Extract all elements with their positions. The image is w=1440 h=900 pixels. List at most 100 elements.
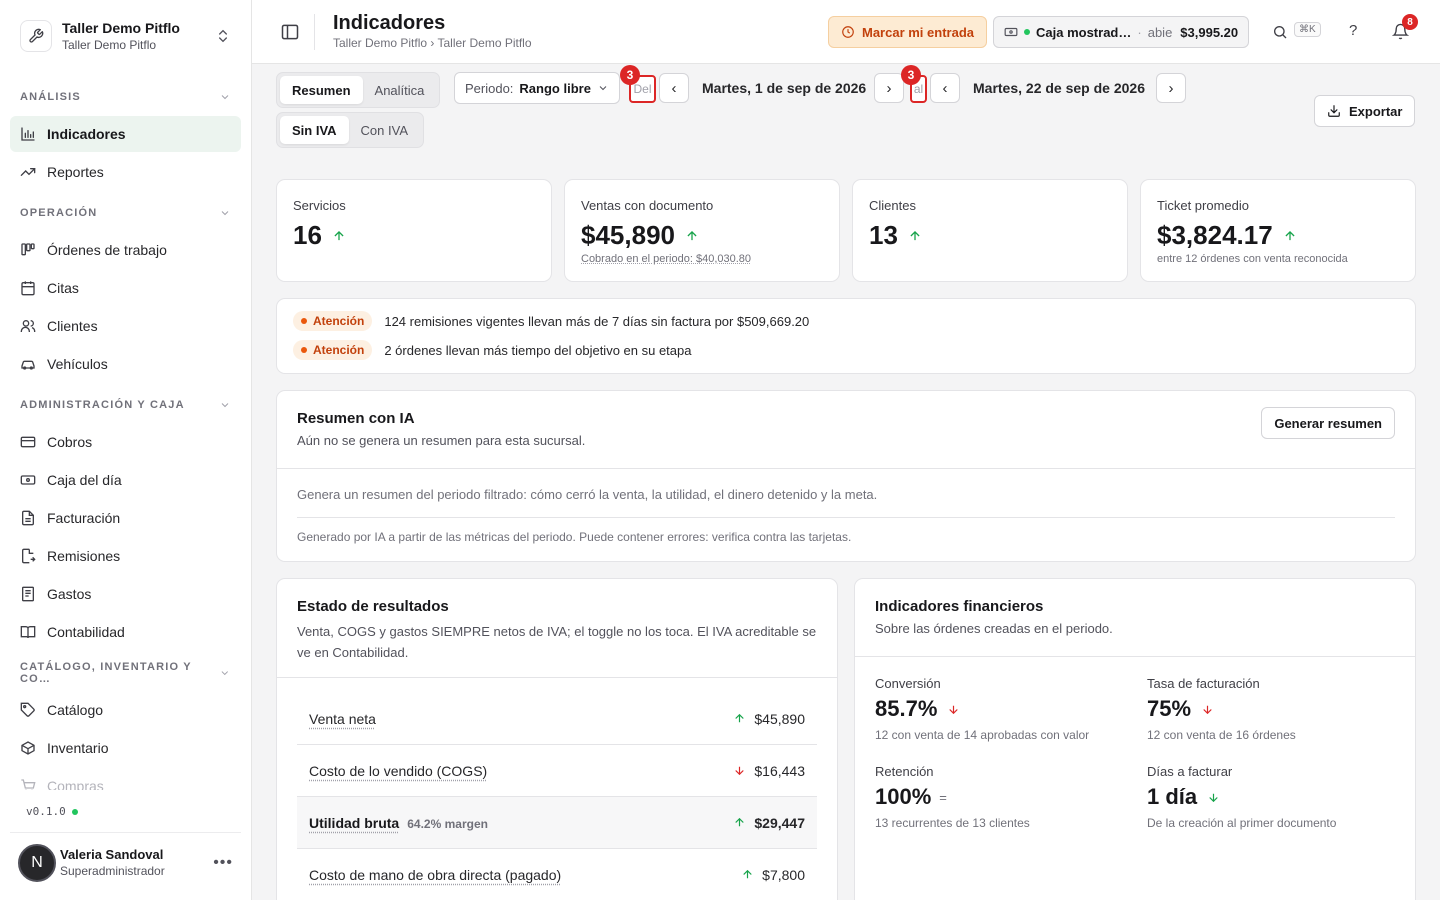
- period-value: Rango libre: [519, 80, 591, 96]
- divider: [277, 468, 1415, 469]
- sidebar-item-ordenes[interactable]: Órdenes de trabajo: [10, 232, 241, 268]
- section-catalogo[interactable]: CATÁLOGO, INVENTARIO Y CO…: [10, 656, 241, 690]
- section-label: CATÁLOGO, INVENTARIO Y CO…: [20, 661, 192, 685]
- from-prev-button[interactable]: ‹: [659, 73, 689, 103]
- clock-in-label: Marcar mi entrada: [862, 24, 974, 40]
- attention-label: Atención: [313, 343, 365, 357]
- attention-badge: Atención: [293, 340, 373, 360]
- kpi-subtext: Cobrado en el periodo: $40,030.80: [581, 253, 752, 265]
- row-label: Utilidad bruta: [309, 814, 400, 831]
- sidebar-item-contabilidad[interactable]: Contabilidad: [10, 614, 241, 650]
- attention-label: Atención: [313, 314, 365, 328]
- sidebar-item-cobros[interactable]: Cobros: [10, 424, 241, 460]
- export-label: Exportar: [1349, 103, 1403, 119]
- sidebar-item-label: Inventario: [47, 740, 109, 756]
- workspace-switcher[interactable]: Taller Demo Pitflo Taller Demo Pitflo: [10, 10, 241, 62]
- statement-row[interactable]: Costo de lo vendido (COGS) $16,443: [297, 745, 817, 797]
- dot-icon: [301, 347, 307, 353]
- help-button[interactable]: ?: [1349, 22, 1357, 39]
- to-marker-badge: 3: [901, 65, 921, 85]
- to-prev-button[interactable]: ‹: [930, 73, 960, 103]
- version-text: v0.1.0: [26, 805, 66, 818]
- page-title: Indicadores: [333, 12, 446, 34]
- bar-chart-icon: [21, 127, 35, 141]
- row-amount: $16,443: [754, 762, 805, 779]
- sidebar-item-label: Vehículos: [47, 356, 108, 372]
- from-date[interactable]: Martes, 1 de sep de 2026: [702, 80, 866, 96]
- more-horizontal-icon[interactable]: •••: [213, 854, 233, 872]
- alert-item[interactable]: Atención 2 órdenes llevan más tiempo del…: [293, 340, 691, 360]
- search-icon[interactable]: [1272, 24, 1288, 40]
- generate-summary-button[interactable]: Generar resumen: [1261, 407, 1395, 439]
- sidebar-toggle-icon[interactable]: [280, 22, 300, 42]
- wrench-icon: [20, 20, 52, 52]
- sidebar-item-vehiculos[interactable]: Vehículos: [10, 346, 241, 382]
- statement-row[interactable]: Costo de mano de obra directa (pagado) $…: [297, 849, 817, 900]
- equal-icon: =: [939, 789, 947, 805]
- sidebar-item-compras[interactable]: Compras: [10, 768, 241, 790]
- sidebar-item-facturacion[interactable]: Facturación: [10, 500, 241, 536]
- clock-icon: [842, 26, 854, 38]
- tab-analitica[interactable]: Analítica: [363, 76, 437, 104]
- status-dot-icon: [1024, 29, 1030, 35]
- section-operacion[interactable]: OPERACIÓN: [10, 196, 241, 230]
- cash-icon: [1004, 27, 1018, 37]
- kpi-card-servicios: Servicios 16: [276, 179, 552, 282]
- section-administracion[interactable]: ADMINISTRACIÓN Y CAJA: [10, 388, 241, 422]
- tab-resumen[interactable]: Resumen: [280, 76, 363, 104]
- ai-summary-subtitle: Aún no se genera un resumen para esta su…: [297, 433, 586, 448]
- sidebar-item-remisiones[interactable]: Remisiones: [10, 538, 241, 574]
- sidebar-item-label: Clientes: [47, 318, 98, 334]
- sidebar-item-inventario[interactable]: Inventario: [10, 730, 241, 766]
- sidebar-item-label: Remisiones: [47, 548, 121, 564]
- chevron-down-icon: [599, 86, 607, 91]
- kpi-subtext: entre 12 órdenes con venta reconocida: [1157, 253, 1348, 265]
- trending-up-icon: [20, 168, 36, 176]
- sidebar-item-gastos[interactable]: Gastos: [10, 576, 241, 612]
- export-button[interactable]: Exportar: [1314, 95, 1416, 127]
- app-version: v0.1.0: [26, 805, 78, 818]
- register-status: abie: [1147, 24, 1173, 40]
- metric-label: Retención: [875, 764, 934, 779]
- row-label: Costo de lo vendido (COGS): [309, 762, 488, 779]
- to-date[interactable]: Martes, 22 de sep de 2026: [973, 80, 1145, 96]
- arrow-up-icon: [1285, 230, 1295, 240]
- period-select[interactable]: Periodo: Rango libre: [454, 72, 620, 104]
- sidebar-item-clientes[interactable]: Clientes: [10, 308, 241, 344]
- search-shortcut: ⌘K: [1294, 22, 1321, 37]
- sidebar-item-reportes[interactable]: Reportes: [10, 154, 241, 190]
- register-separator: ·: [1137, 24, 1142, 40]
- book-icon: [20, 626, 36, 639]
- income-statement-title: Estado de resultados: [297, 598, 449, 615]
- kpi-value: $3,824.17: [1157, 220, 1273, 250]
- alert-item[interactable]: Atención 124 remisiones vigentes llevan …: [293, 311, 809, 331]
- kpi-card-ticket: Ticket promedio $3,824.17 entre 12 órden…: [1140, 179, 1416, 282]
- statement-row[interactable]: Venta neta $45,890: [297, 693, 817, 745]
- tab-con-iva[interactable]: Con IVA: [349, 116, 420, 144]
- from-next-button[interactable]: ›: [874, 73, 904, 103]
- section-analisis[interactable]: ANÁLISIS: [10, 80, 241, 114]
- cash-register-selector[interactable]: Caja mostrad… · abie $3,995.20: [993, 16, 1250, 48]
- financial-metric: Conversión 85.7% 12 con venta de 14 apro…: [875, 676, 1089, 742]
- clock-in-button[interactable]: Marcar mi entrada: [828, 16, 987, 48]
- tab-sin-iva[interactable]: Sin IVA: [280, 116, 349, 144]
- user-menu[interactable]: N Valeria Sandoval Superadministrador ••…: [10, 832, 241, 892]
- chevron-down-icon: [221, 95, 229, 100]
- from-marker-badge: 3: [620, 65, 640, 85]
- kpi-value-row: $3,824.17: [1157, 220, 1297, 251]
- sidebar-item-caja[interactable]: Caja del día: [10, 462, 241, 498]
- metric-value: 100%: [875, 784, 932, 809]
- metric-label: Días a facturar: [1147, 764, 1233, 779]
- attention-badge: Atención: [293, 311, 373, 331]
- ai-summary-title: Resumen con IA: [297, 410, 415, 427]
- arrow-down-icon: [949, 705, 959, 714]
- sidebar-item-citas[interactable]: Citas: [10, 270, 241, 306]
- sidebar-item-label: Cobros: [47, 434, 93, 450]
- metric-value: 1 día: [1147, 784, 1198, 809]
- arrow-up-icon: [334, 230, 344, 240]
- statement-row[interactable]: Utilidad bruta 64.2% margen $29,447: [297, 797, 817, 849]
- sidebar-item-indicadores[interactable]: Indicadores: [10, 116, 241, 152]
- sidebar-item-catalogo[interactable]: Catálogo: [10, 692, 241, 728]
- tax-toggle: Sin IVA Con IVA: [276, 112, 424, 148]
- to-next-button[interactable]: ›: [1156, 73, 1186, 103]
